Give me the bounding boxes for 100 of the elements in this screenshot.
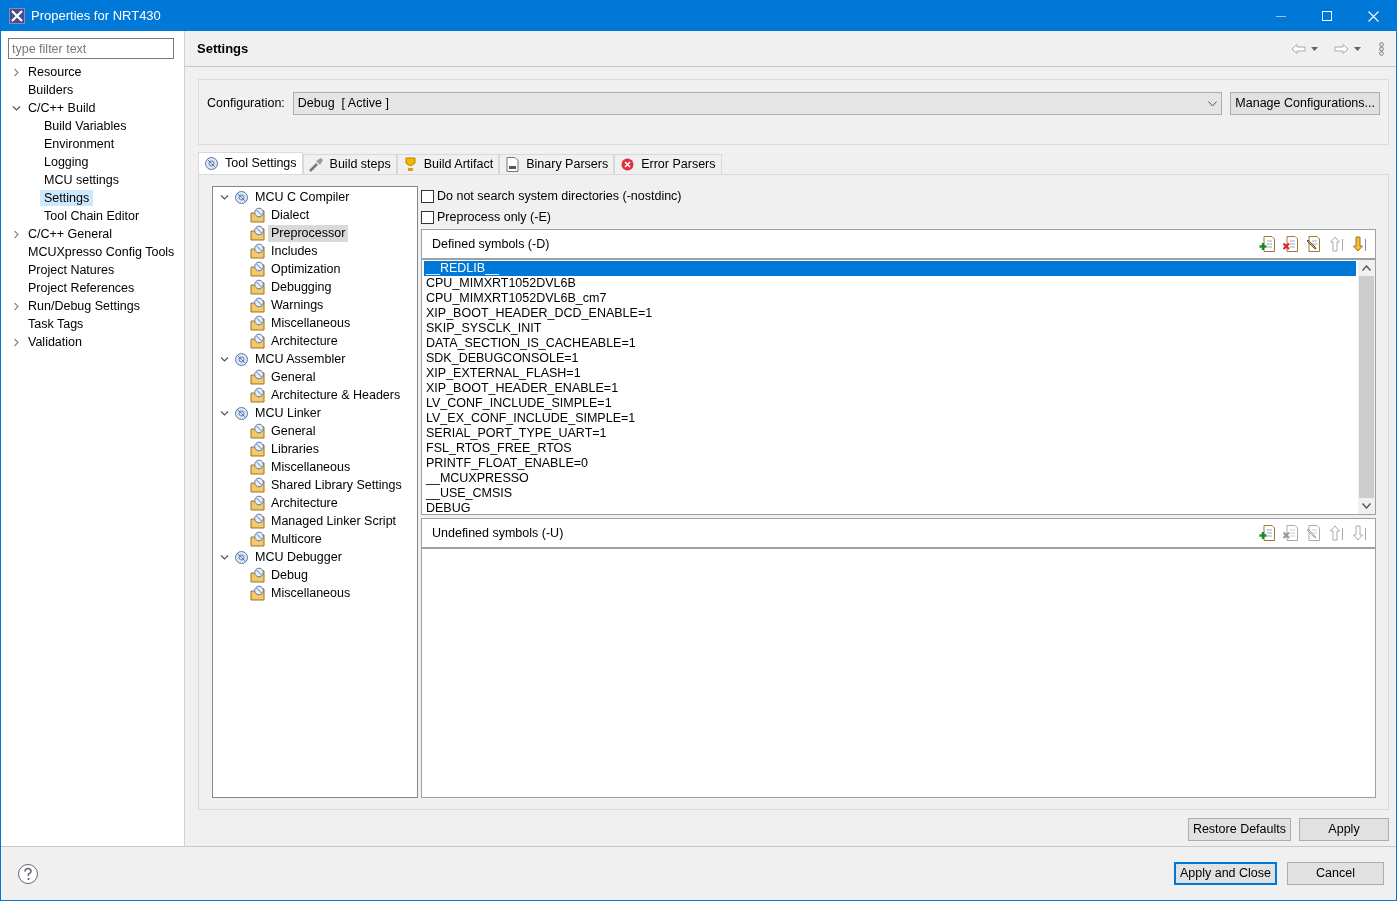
nav-item[interactable]: Settings [40, 190, 94, 206]
page-title: Settings [197, 39, 249, 58]
tab[interactable]: Build steps [302, 154, 397, 174]
tree-item[interactable]: General [268, 422, 319, 440]
tree-item[interactable]: Architecture & Headers [268, 386, 404, 404]
folder-gear-icon [250, 531, 265, 547]
edit-document-icon[interactable] [1305, 236, 1321, 252]
symbol-item[interactable]: PRINTF_FLOAT_ENABLE=0 [424, 456, 1356, 471]
symbol-item[interactable]: XIP_EXTERNAL_FLASH=1 [424, 366, 1356, 381]
nav-item[interactable]: Project Natures [24, 262, 119, 278]
symbol-item[interactable]: FSL_RTOS_FREE_RTOS [424, 441, 1356, 456]
symbol-item[interactable]: DEBUG [424, 501, 1356, 516]
folder-gear-icon [250, 567, 265, 583]
tree-item[interactable]: Debugging [268, 278, 335, 296]
nav-item[interactable]: Build Variables [40, 118, 131, 134]
symbol-item[interactable]: __REDLIB__ [424, 261, 1356, 276]
tree-item[interactable]: Managed Linker Script [268, 512, 400, 530]
nav-item[interactable]: Task Tags [24, 316, 88, 332]
page-button[interactable]: Apply [1299, 818, 1389, 841]
tree-item[interactable]: Miscellaneous [268, 584, 354, 602]
chevron-down-icon [1208, 100, 1218, 107]
checkbox[interactable] [421, 211, 434, 224]
tree-item[interactable]: Debug [268, 566, 311, 584]
nav-item[interactable]: MCUXpresso Config Tools [24, 244, 179, 260]
symbol-item[interactable]: SDK_DEBUGCONSOLE=1 [424, 351, 1356, 366]
nav-item[interactable]: Tool Chain Editor [40, 208, 144, 224]
collapse-chevron-icon[interactable] [219, 192, 229, 202]
tree-item[interactable]: Dialect [268, 206, 313, 224]
symbol-item[interactable]: __USE_CMSIS [424, 486, 1356, 501]
nav-item[interactable]: Builders [24, 82, 78, 98]
tree-item[interactable]: Preprocessor [268, 224, 349, 242]
tree-item[interactable]: Warnings [268, 296, 327, 314]
configuration-dropdown[interactable]: Debug [ Active ] [292, 92, 1223, 115]
collapse-chevron-icon[interactable] [219, 354, 229, 364]
down-arrow-icon[interactable] [1351, 236, 1367, 252]
expand-chevron-icon[interactable] [11, 229, 21, 239]
tree-item[interactable]: MCU Debugger [252, 548, 345, 566]
nav-item[interactable]: C/C++ Build [24, 100, 100, 116]
tab[interactable]: Build Artifact [396, 154, 500, 174]
gear-icon [204, 156, 219, 171]
tree-item[interactable]: Multicore [268, 530, 325, 548]
symbol-item[interactable]: XIP_BOOT_HEADER_DCD_ENABLE=1 [424, 306, 1356, 321]
filter-field[interactable]: type filter text [8, 38, 174, 59]
nav-item[interactable]: Validation [24, 334, 86, 350]
tree-item[interactable]: Architecture [268, 332, 341, 350]
expand-chevron-icon[interactable] [11, 337, 21, 347]
dropdown-caret-icon[interactable] [1311, 46, 1318, 51]
symbol-item[interactable]: LV_EX_CONF_INCLUDE_SIMPLE=1 [424, 411, 1356, 426]
tree-item[interactable]: General [268, 368, 319, 386]
folder-gear-icon [250, 387, 265, 403]
add-document-icon[interactable] [1259, 236, 1275, 252]
tab[interactable]: Tool Settings [198, 152, 303, 174]
folder-gear-icon [250, 297, 265, 313]
tree-item[interactable]: Miscellaneous [268, 458, 354, 476]
tree-item[interactable]: Libraries [268, 440, 322, 458]
tree-item[interactable]: Shared Library Settings [268, 476, 405, 494]
tree-item[interactable]: Architecture [268, 494, 341, 512]
gear-icon [234, 189, 249, 205]
scrollbar[interactable] [1358, 260, 1375, 514]
help-icon[interactable] [17, 862, 39, 885]
folder-gear-icon [250, 585, 265, 601]
nav-item[interactable]: Environment [40, 136, 119, 152]
page-button[interactable]: Restore Defaults [1187, 818, 1291, 841]
more-menu-icon[interactable] [1379, 41, 1384, 56]
nav-item[interactable]: Run/Debug Settings [24, 298, 144, 314]
dialog-button[interactable]: Cancel [1287, 862, 1384, 885]
symbol-item[interactable]: LV_CONF_INCLUDE_SIMPLE=1 [424, 396, 1356, 411]
collapse-chevron-icon[interactable] [11, 103, 21, 113]
delete-document-icon[interactable] [1282, 236, 1298, 252]
tab[interactable]: Error Parsers [614, 154, 722, 174]
expand-chevron-icon[interactable] [11, 301, 21, 311]
expand-chevron-icon[interactable] [11, 67, 21, 77]
manage-configurations-button[interactable]: Manage Configurations... [1230, 92, 1380, 115]
nav-item[interactable]: Project References [24, 280, 139, 296]
tree-item[interactable]: Miscellaneous [268, 314, 354, 332]
tree-item[interactable]: MCU C Compiler [252, 188, 353, 206]
tree-item[interactable]: Includes [268, 242, 321, 260]
dropdown-caret-icon[interactable] [1354, 46, 1361, 51]
collapse-chevron-icon[interactable] [219, 408, 229, 418]
checkbox[interactable] [421, 190, 434, 203]
symbol-item[interactable]: __MCUXPRESSO [424, 471, 1356, 486]
symbol-item[interactable]: SKIP_SYSCLK_INIT [424, 321, 1356, 336]
collapse-chevron-icon[interactable] [219, 552, 229, 562]
nav-item[interactable]: MCU settings [40, 172, 124, 188]
tree-item[interactable]: MCU Assembler [252, 350, 349, 368]
scroll-down-icon[interactable] [1362, 503, 1371, 509]
dialog-button[interactable]: Apply and Close [1173, 862, 1277, 885]
symbol-item[interactable]: CPU_MIMXRT1052DVL6B_cm7 [424, 291, 1356, 306]
scroll-up-icon[interactable] [1362, 265, 1371, 271]
nav-item[interactable]: C/C++ General [24, 226, 117, 242]
nav-item[interactable]: Resource [24, 64, 86, 80]
symbol-item[interactable]: CPU_MIMXRT1052DVL6B [424, 276, 1356, 291]
nav-item[interactable]: Logging [40, 154, 93, 170]
add-document-icon[interactable] [1259, 525, 1275, 541]
tree-item[interactable]: MCU Linker [252, 404, 324, 422]
symbol-item[interactable]: XIP_BOOT_HEADER_ENABLE=1 [424, 381, 1356, 396]
tab[interactable]: Binary Parsers [499, 154, 615, 174]
symbol-item[interactable]: SERIAL_PORT_TYPE_UART=1 [424, 426, 1356, 441]
symbol-item[interactable]: DATA_SECTION_IS_CACHEABLE=1 [424, 336, 1356, 351]
tree-item[interactable]: Optimization [268, 260, 344, 278]
